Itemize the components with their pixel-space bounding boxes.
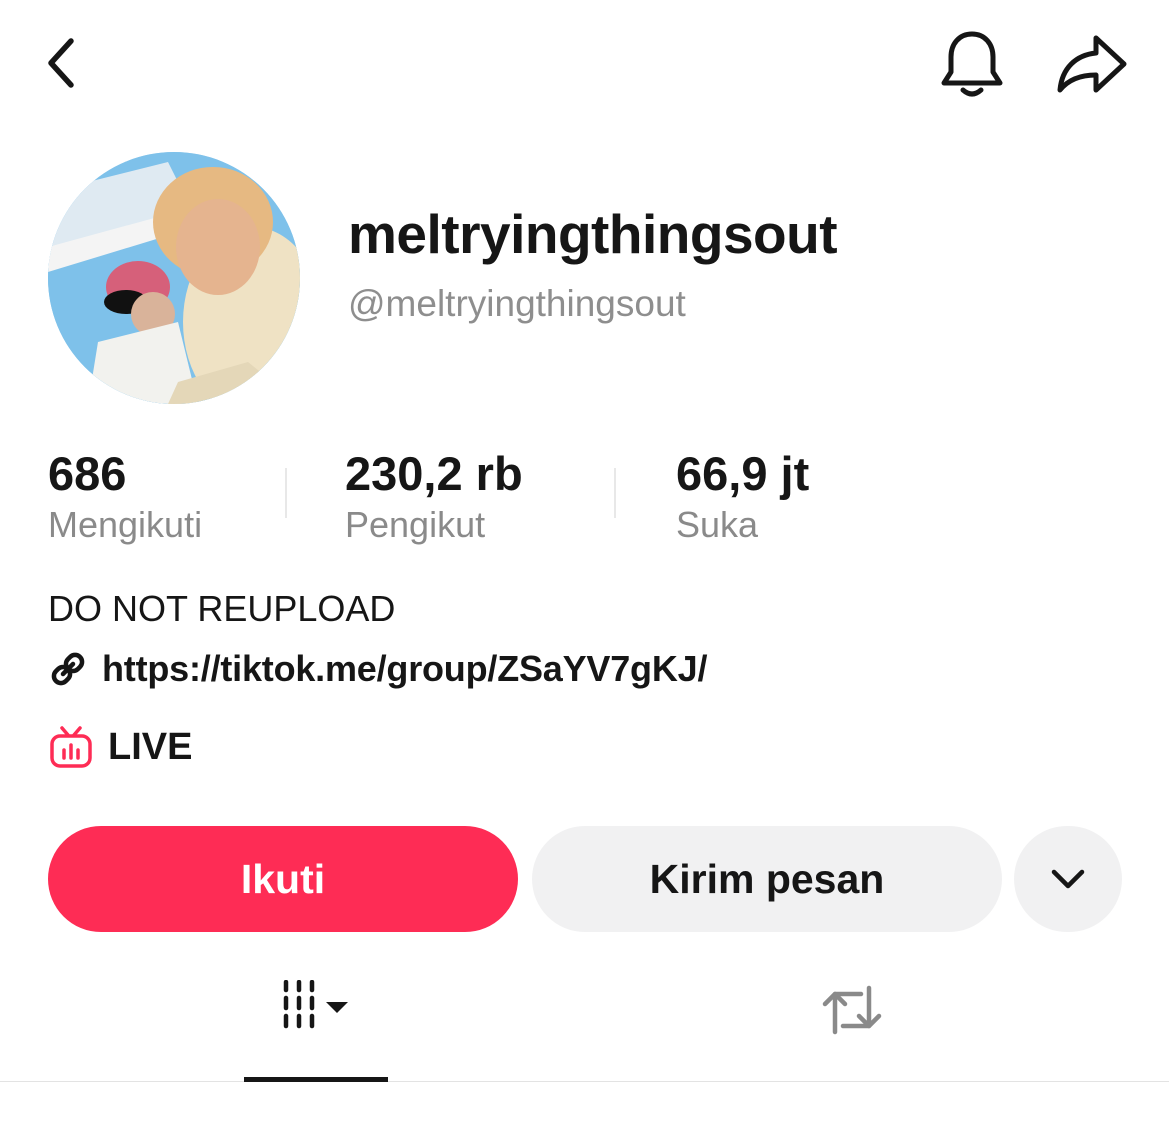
share-arrow-icon [1057, 35, 1127, 93]
stat-likes[interactable]: 66,9 jt Suka [676, 448, 809, 549]
stat-divider [614, 468, 616, 518]
tab-reposts[interactable] [780, 980, 924, 1080]
stat-followers[interactable]: 230,2 rb Pengikut [345, 448, 523, 549]
stat-following[interactable]: 686 Mengikuti [48, 448, 202, 549]
grid-columns-icon [283, 980, 348, 1029]
chevron-left-icon [48, 38, 74, 88]
tab-videos[interactable] [244, 980, 388, 1080]
stat-label: Pengikut [345, 504, 486, 545]
back-button[interactable] [30, 28, 92, 98]
stat-value: 230,2 rb [345, 447, 523, 500]
avatar[interactable] [48, 152, 300, 404]
stat-label: Suka [676, 504, 759, 545]
avatar-photo [48, 152, 300, 404]
more-options-button[interactable] [1014, 826, 1122, 932]
send-message-button[interactable]: Kirim pesan [532, 826, 1002, 932]
profile-page: meltryingthingsout @meltryingthingsout 6… [0, 0, 1169, 1122]
live-label: LIVE [108, 725, 193, 768]
username-handle: @meltryingthingsout [348, 283, 686, 324]
link-icon [51, 652, 85, 686]
stat-value: 66,9 jt [676, 447, 810, 500]
bell-icon [941, 31, 1003, 97]
tv-live-icon [50, 726, 92, 768]
display-name: meltryingthingsout [348, 203, 838, 265]
bio-text: DO NOT REUPLOAD [48, 588, 396, 629]
live-entry[interactable]: LIVE [48, 720, 192, 774]
tab-bar-divider [0, 1081, 1169, 1082]
active-tab-indicator [244, 1077, 388, 1082]
stat-divider [285, 468, 287, 518]
stat-value: 686 [48, 447, 127, 500]
follow-button[interactable]: Ikuti [48, 826, 518, 932]
repost-icon [822, 985, 882, 1035]
bio-link-text[interactable]: https://tiktok.me/group/ZSaYV7gKJ/ [102, 648, 707, 690]
bio-link[interactable]: https://tiktok.me/group/ZSaYV7gKJ/ [48, 644, 707, 694]
notification-button[interactable] [932, 24, 1012, 104]
stat-label: Mengikuti [48, 504, 203, 545]
share-button[interactable] [1050, 24, 1134, 104]
chevron-down-icon [1051, 869, 1085, 889]
